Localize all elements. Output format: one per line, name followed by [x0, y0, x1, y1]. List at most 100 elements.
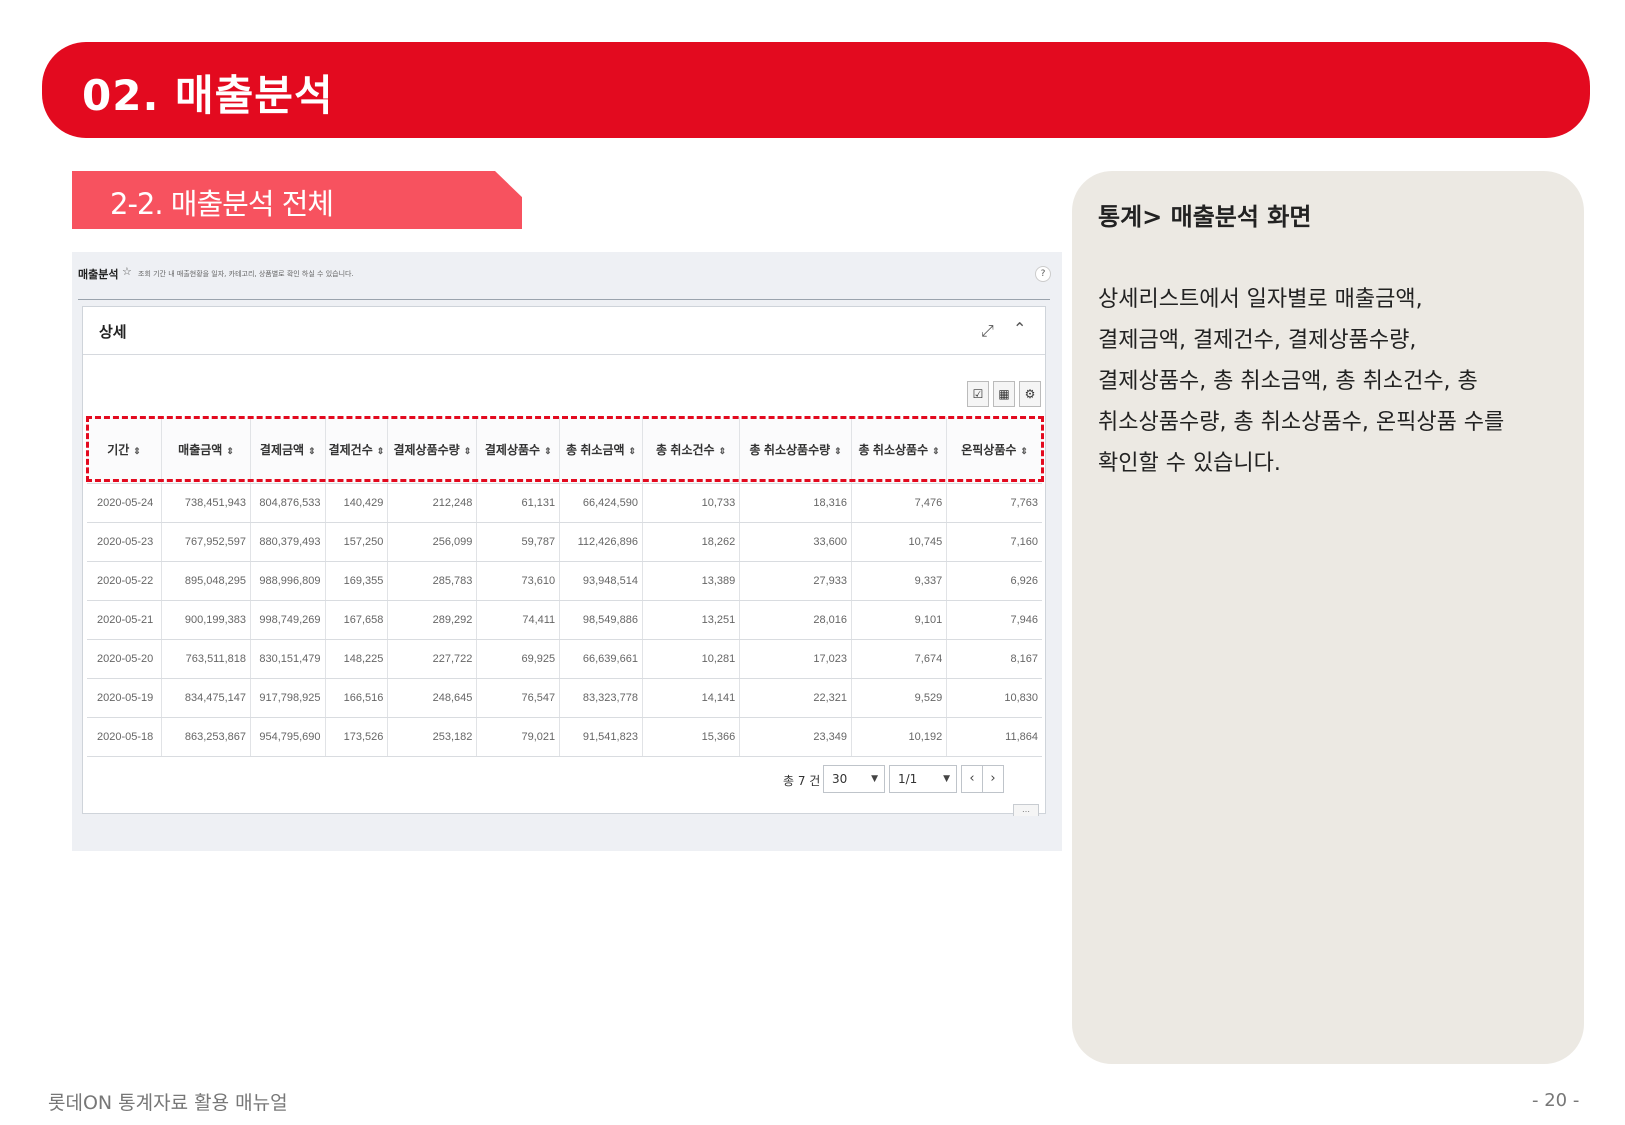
- table-cell: 61,131: [476, 483, 561, 523]
- table-cell: 76,547: [476, 678, 561, 718]
- favorite-star-icon[interactable]: ☆: [122, 265, 132, 278]
- table-cell: 954,795,690: [250, 717, 326, 757]
- column-header[interactable]: 결제금액 ⇕: [250, 417, 326, 484]
- table-cell: 9,101: [851, 600, 948, 640]
- caret-down-icon: ▼: [871, 774, 878, 784]
- detail-card: 상세 ⤢ ⌃ ☑ ▦ ⚙ 기간 ⇕ 매출금액 ⇕ 결제금액 ⇕ 결제건수 ⇕ 결제상품수…: [82, 306, 1046, 816]
- page-number: - 20 -: [1532, 1090, 1580, 1111]
- column-header[interactable]: 총 취소금액 ⇕: [559, 417, 643, 484]
- table-row[interactable]: 2020-05-18 863,253,867 954,795,690 173,526 2…: [87, 717, 1042, 757]
- table-cell: 157,250: [325, 522, 389, 562]
- description-line: 확인할 수 있습니다.: [1098, 451, 1281, 476]
- screen-header: 매출분석 ☆ 조회 기간 내 매출현황을 일자, 카테고리, 상품별로 확인 하…: [78, 265, 1051, 288]
- page-select[interactable]: 1/1 ▼: [889, 765, 957, 793]
- table-cell: 91,541,823: [559, 717, 643, 757]
- column-header[interactable]: 총 취소상품수 ⇕: [851, 417, 948, 484]
- page-title: 02. 매출분석: [82, 71, 334, 120]
- table-cell: 804,876,533: [250, 483, 326, 523]
- description-body: 상세리스트에서 일자별로 매출금액, 결제금액, 결제건수, 결제상품수량, 결…: [1098, 279, 1568, 484]
- footer-manual-title: 롯데ON 통계자료 활용 매뉴얼: [48, 1092, 288, 1114]
- table-cell: 212,248: [387, 483, 478, 523]
- title-banner: 02. 매출분석: [42, 42, 1590, 138]
- table-cell: 10,745: [851, 522, 948, 562]
- table-cell: 17,023: [739, 639, 852, 679]
- page-size-select[interactable]: 30 ▼: [823, 765, 885, 793]
- table-cell: 6,926: [946, 561, 1042, 601]
- description-title: 통계> 매출분석 화면: [1098, 203, 1312, 231]
- caret-down-icon: ▼: [943, 774, 950, 784]
- table-row[interactable]: 2020-05-20 763,511,818 830,151,479 148,225 2…: [87, 639, 1042, 679]
- expand-icon[interactable]: ⤢: [981, 321, 994, 341]
- table-cell: 763,511,818: [161, 639, 252, 679]
- column-header[interactable]: 총 취소건수 ⇕: [642, 417, 741, 484]
- table-cell: 10,733: [642, 483, 741, 523]
- table-row[interactable]: 2020-05-22 895,048,295 988,996,809 169,355 2…: [87, 561, 1042, 601]
- table-cell: 9,529: [851, 678, 948, 718]
- table-cell: 73,610: [476, 561, 561, 601]
- column-header[interactable]: 온픽상품수 ⇕: [946, 417, 1042, 484]
- description-line: 취소상품수량, 총 취소상품수, 온픽상품 수를: [1098, 410, 1505, 435]
- more-icon[interactable]: …: [1013, 804, 1039, 816]
- card-header: 상세 ⤢ ⌃: [83, 307, 1045, 355]
- table-row[interactable]: 2020-05-21 900,199,383 998,749,269 167,658 2…: [87, 600, 1042, 640]
- table-cell: 738,451,943: [161, 483, 252, 523]
- table-cell: 227,722: [387, 639, 478, 679]
- table-cell: 140,429: [325, 483, 389, 523]
- table-cell: 285,783: [387, 561, 478, 601]
- table-row[interactable]: 2020-05-23 767,952,597 880,379,493 157,250 2…: [87, 522, 1042, 562]
- screen-description: 조회 기간 내 매출현황을 일자, 카테고리, 상품별로 확인 하실 수 있습니…: [138, 270, 354, 278]
- table-cell: 22,321: [739, 678, 852, 718]
- column-select-icon[interactable]: ☑: [967, 381, 989, 407]
- column-header[interactable]: 결제상품수 ⇕: [476, 417, 561, 484]
- table-cell: 18,262: [642, 522, 741, 562]
- table-cell: 256,099: [387, 522, 478, 562]
- prev-page-button[interactable]: ‹: [961, 765, 983, 793]
- table-row[interactable]: 2020-05-24 738,451,943 804,876,533 140,429 2…: [87, 483, 1042, 523]
- column-header[interactable]: 총 취소상품수량 ⇕: [739, 417, 852, 484]
- table-cell: 10,830: [946, 678, 1042, 718]
- table-row[interactable]: 2020-05-19 834,475,147 917,798,925 166,516 2…: [87, 678, 1042, 718]
- description-line: 결제금액, 결제건수, 결제상품수량,: [1098, 328, 1417, 353]
- screen-title: 매출분석: [78, 268, 119, 281]
- table-cell: 830,151,479: [250, 639, 326, 679]
- column-header[interactable]: 결제상품수량 ⇕: [387, 417, 478, 484]
- table-cell: 8,167: [946, 639, 1042, 679]
- table-cell: 66,639,661: [559, 639, 643, 679]
- table-cell: 2020-05-20: [87, 639, 163, 679]
- table-cell: 10,192: [851, 717, 948, 757]
- table-cell: 863,253,867: [161, 717, 252, 757]
- table-cell: 23,349: [739, 717, 852, 757]
- column-header[interactable]: 결제건수 ⇕: [325, 417, 389, 484]
- table-cell: 166,516: [325, 678, 389, 718]
- grid-settings-icon[interactable]: ⚙: [1019, 381, 1041, 407]
- table-cell: 93,948,514: [559, 561, 643, 601]
- table-cell: 900,199,383: [161, 600, 252, 640]
- table-cell: 83,323,778: [559, 678, 643, 718]
- grid-lock-icon[interactable]: ▦: [993, 381, 1015, 407]
- table-cell: 15,366: [642, 717, 741, 757]
- table-cell: 14,141: [642, 678, 741, 718]
- table-cell: 988,996,809: [250, 561, 326, 601]
- table-cell: 2020-05-18: [87, 717, 163, 757]
- help-icon[interactable]: ?: [1035, 266, 1051, 282]
- header-divider: [78, 299, 1050, 300]
- table-header-row: 기간 ⇕ 매출금액 ⇕ 결제금액 ⇕ 결제건수 ⇕ 결제상품수량 ⇕ 결제상품수 ⇕ 총 취…: [87, 417, 1042, 484]
- table-cell: 10,281: [642, 639, 741, 679]
- table-cell: 74,411: [476, 600, 561, 640]
- table-cell: 9,337: [851, 561, 948, 601]
- table-cell: 27,933: [739, 561, 852, 601]
- table-cell: 2020-05-24: [87, 483, 163, 523]
- table-cell: 248,645: [387, 678, 478, 718]
- column-header[interactable]: 매출금액 ⇕: [161, 417, 252, 484]
- column-header[interactable]: 기간 ⇕: [87, 417, 163, 484]
- table-cell: 148,225: [325, 639, 389, 679]
- table-cell: 18,316: [739, 483, 852, 523]
- chevron-up-icon[interactable]: ⌃: [1013, 319, 1026, 338]
- table-cell: 112,426,896: [559, 522, 643, 562]
- next-page-button[interactable]: ›: [982, 765, 1004, 793]
- description-line: 결제상품수, 총 취소금액, 총 취소건수, 총: [1098, 369, 1478, 394]
- total-count: 총 7 건: [783, 774, 821, 788]
- description-panel: 통계> 매출분석 화면 상세리스트에서 일자별로 매출금액, 결제금액, 결제건…: [1072, 171, 1584, 1064]
- table-cell: 167,658: [325, 600, 389, 640]
- table-cell: 7,763: [946, 483, 1042, 523]
